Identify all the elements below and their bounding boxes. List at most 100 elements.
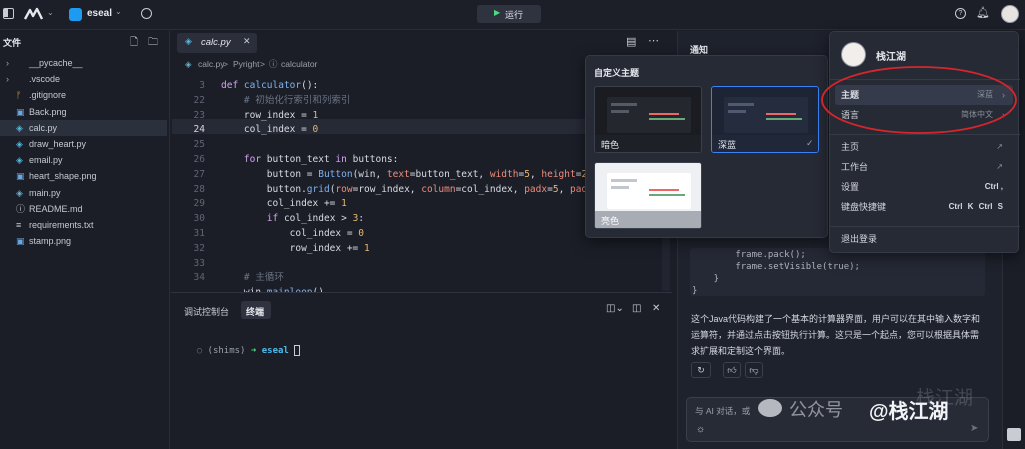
explorer-item[interactable]: ▣ heart_shape.png bbox=[0, 168, 167, 184]
function-icon: ⓘ bbox=[269, 59, 278, 69]
line-number: 23 bbox=[193, 109, 205, 121]
theme-card-dark[interactable]: 暗色 bbox=[594, 86, 702, 153]
chat-code-line: } bbox=[692, 286, 698, 296]
explorer-item-label: main.py bbox=[29, 187, 61, 198]
breadcrumb-lang[interactable]: Pyright bbox=[233, 59, 259, 69]
explorer-item[interactable]: ᚠ .gitignore bbox=[0, 87, 167, 103]
tab-calc-py[interactable]: ◈ calc.py ✕ bbox=[177, 33, 257, 53]
explorer-item[interactable]: ▣ Back.png bbox=[0, 104, 167, 120]
explorer-item[interactable]: › __pycache__ bbox=[0, 55, 167, 71]
python-icon: ◈ bbox=[16, 187, 23, 198]
breadcrumb-file[interactable]: calc.py bbox=[198, 59, 224, 69]
tab-terminal[interactable]: 终端 bbox=[241, 301, 271, 319]
app-logo-icon[interactable] bbox=[23, 7, 44, 21]
code-text: # 初始化行索引和列索引 bbox=[221, 94, 351, 106]
chevron-down-icon[interactable]: ⌄ bbox=[47, 8, 54, 17]
explorer-item[interactable]: ◈ email.py bbox=[0, 152, 167, 168]
menu-item-logout[interactable]: 退出登录 bbox=[831, 229, 1015, 249]
help-icon[interactable]: ? bbox=[955, 8, 966, 19]
tab-label: calc.py bbox=[201, 37, 231, 48]
line-number: 33 bbox=[193, 257, 205, 269]
close-icon[interactable]: ✕ bbox=[652, 303, 660, 314]
code-text: def calculator(): bbox=[221, 80, 319, 91]
menu-item-workspace[interactable]: 工作台 ↗ bbox=[831, 157, 1015, 177]
line-number: 30 bbox=[193, 213, 205, 225]
python-icon: ◈ bbox=[185, 59, 192, 69]
new-file-icon[interactable]: 🗋︎ bbox=[130, 35, 138, 52]
explorer-item[interactable]: ◈ draw_heart.py bbox=[0, 136, 167, 152]
python-icon: ◈ bbox=[16, 139, 23, 149]
line-number: 29 bbox=[193, 198, 205, 210]
new-folder-icon[interactable]: 🗀︎ bbox=[148, 35, 158, 52]
prompt-env: (shims) bbox=[207, 346, 246, 356]
line-number: 27 bbox=[193, 168, 205, 180]
explorer-item[interactable]: ≡ requirements.txt bbox=[0, 217, 167, 233]
play-icon: ▶ bbox=[494, 8, 501, 17]
settings-icon[interactable]: ☼ bbox=[696, 424, 705, 435]
thumbs-up-icon[interactable]: 👍︎ bbox=[723, 362, 741, 378]
terminal-split-icon[interactable]: ◫⌄ bbox=[606, 303, 624, 314]
folder-icon: › bbox=[6, 74, 9, 85]
explorer-item[interactable]: ⓘ README.md bbox=[0, 201, 167, 217]
wechat-logo-icon bbox=[758, 399, 782, 417]
more-icon[interactable]: ⋯ bbox=[648, 34, 659, 47]
line-number: 32 bbox=[193, 242, 205, 254]
explorer-item-label: .gitignore bbox=[29, 90, 67, 101]
explorer-title: 文件 bbox=[3, 38, 22, 48]
chat-toggle-icon[interactable] bbox=[1007, 428, 1021, 441]
explorer-item[interactable]: ◈ main.py bbox=[0, 185, 167, 201]
panel: 调试控制台 终端 ◫⌄ ◫ ✕ ○ (shims) ➜ eseal bbox=[171, 292, 672, 449]
bell-icon[interactable]: 🔔︎ bbox=[976, 6, 990, 19]
terminal-prompt[interactable]: ○ (shims) ➜ eseal bbox=[175, 335, 301, 366]
avatar[interactable] bbox=[1001, 5, 1019, 23]
chat-code-line: frame.setVisible(true); bbox=[692, 262, 860, 272]
python-icon: ◈ bbox=[16, 122, 23, 133]
run-button[interactable]: ▶ 运行 bbox=[477, 5, 541, 23]
explorer-item-label: requirements.txt bbox=[29, 220, 94, 230]
maximize-panel-icon[interactable]: ◫ bbox=[632, 303, 641, 314]
menu-item-label: 键盘快捷键 bbox=[841, 202, 887, 212]
line-number: 24 bbox=[193, 124, 205, 136]
menu-item-label: 工作台 bbox=[841, 162, 869, 172]
sidebar-toggle-icon[interactable] bbox=[3, 8, 14, 19]
tab-debug-console[interactable]: 调试控制台 bbox=[184, 305, 229, 318]
project-switcher[interactable]: eseal ⌄ bbox=[69, 6, 127, 24]
search-icon[interactable] bbox=[141, 8, 152, 19]
thumbs-down-icon[interactable]: 👎︎ bbox=[745, 362, 763, 378]
split-editor-icon[interactable]: ▤ bbox=[626, 35, 636, 48]
code-line[interactable]: 34 # 主循环 bbox=[175, 270, 662, 285]
menu-item-label: 设置 bbox=[841, 182, 860, 192]
info-icon: ⓘ bbox=[16, 203, 26, 214]
prompt-dot: ○ bbox=[196, 346, 208, 356]
explorer-item[interactable]: › .vscode bbox=[0, 71, 167, 87]
menu-item-keyboard-shortcuts[interactable]: 键盘快捷键 Ctrl K Ctrl S bbox=[831, 197, 1015, 217]
theme-card-deep-blue[interactable]: 深蓝 ✓ bbox=[711, 86, 819, 153]
watermark: 公众号 栈江湖 @栈江湖 bbox=[756, 388, 996, 431]
explorer-item-label: README.md bbox=[29, 203, 83, 214]
close-icon[interactable]: ✕ bbox=[243, 36, 251, 47]
check-icon: ✓ bbox=[806, 138, 814, 148]
code-line[interactable]: 33 bbox=[175, 256, 662, 271]
explorer-item-label: email.py bbox=[29, 155, 63, 166]
menu-divider bbox=[830, 226, 1020, 227]
shortcut: Ctrl , bbox=[984, 182, 1003, 191]
breadcrumb-symbol[interactable]: calculator bbox=[281, 59, 317, 69]
text-icon: ≡ bbox=[16, 220, 22, 230]
explorer-item-label: __pycache__ bbox=[29, 58, 83, 68]
explorer-item[interactable]: ◈ calc.py bbox=[0, 119, 167, 136]
theme-card-light[interactable]: 亮色 bbox=[594, 162, 702, 229]
watermark-left: 公众号 bbox=[789, 400, 843, 420]
python-icon: ◈ bbox=[16, 155, 23, 166]
project-icon bbox=[69, 8, 82, 21]
chat-code-line: } bbox=[692, 274, 720, 284]
code-line[interactable]: 32 row_index += 1 bbox=[175, 241, 662, 256]
username: 栈江湖 bbox=[876, 52, 906, 63]
regenerate-icon[interactable]: ↻ bbox=[691, 362, 711, 378]
explorer-item-label: .vscode bbox=[29, 74, 61, 85]
tab-terminal-label: 终端 bbox=[246, 307, 265, 317]
menu-item-settings[interactable]: 设置 Ctrl , bbox=[831, 177, 1015, 197]
explorer-item[interactable]: ▣ stamp.png bbox=[0, 233, 167, 249]
line-number: 3 bbox=[199, 80, 205, 91]
code-text: button.grid(row=row_index, column=col_in… bbox=[221, 183, 610, 195]
theme-label: 暗色 bbox=[601, 140, 620, 150]
